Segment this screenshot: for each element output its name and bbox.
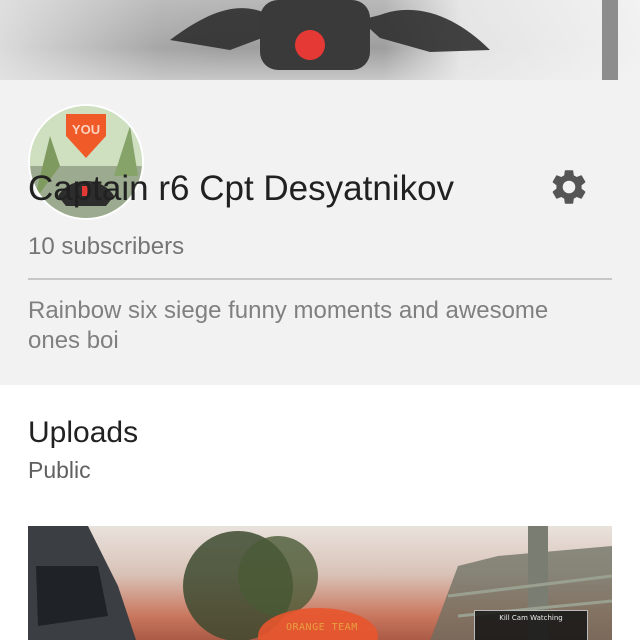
uploads-section: Uploads Public ORANGE TEAM Kill Cam Watc… bbox=[0, 385, 640, 640]
channel-description: Rainbow six siege funny moments and awes… bbox=[28, 297, 549, 354]
banner-figure-image bbox=[170, 0, 490, 70]
channel-title: Captain r6 Cpt Desyatnikov bbox=[28, 169, 455, 208]
settings-button[interactable] bbox=[548, 166, 590, 208]
video-thumbnail[interactable]: ORANGE TEAM Kill Cam Watching bbox=[28, 526, 612, 640]
avatar-marker-text: YOU bbox=[72, 122, 100, 137]
header-divider bbox=[28, 278, 612, 280]
banner-frame-edge bbox=[602, 0, 618, 80]
channel-header: YOU Captain r6 Cpt Desyatnikov 10 subscr… bbox=[0, 80, 640, 385]
uploads-visibility: Public bbox=[28, 457, 91, 483]
uploads-heading[interactable]: Uploads bbox=[28, 415, 138, 451]
killcam-overlay: Kill Cam Watching bbox=[474, 610, 588, 640]
gear-icon bbox=[552, 170, 586, 204]
team-label: ORANGE TEAM bbox=[286, 622, 358, 633]
killcam-label: Kill Cam Watching bbox=[499, 614, 563, 622]
channel-banner bbox=[0, 0, 640, 80]
subscriber-count: 10 subscribers bbox=[28, 233, 185, 260]
channel-screen: YOU Captain r6 Cpt Desyatnikov 10 subscr… bbox=[0, 0, 640, 640]
